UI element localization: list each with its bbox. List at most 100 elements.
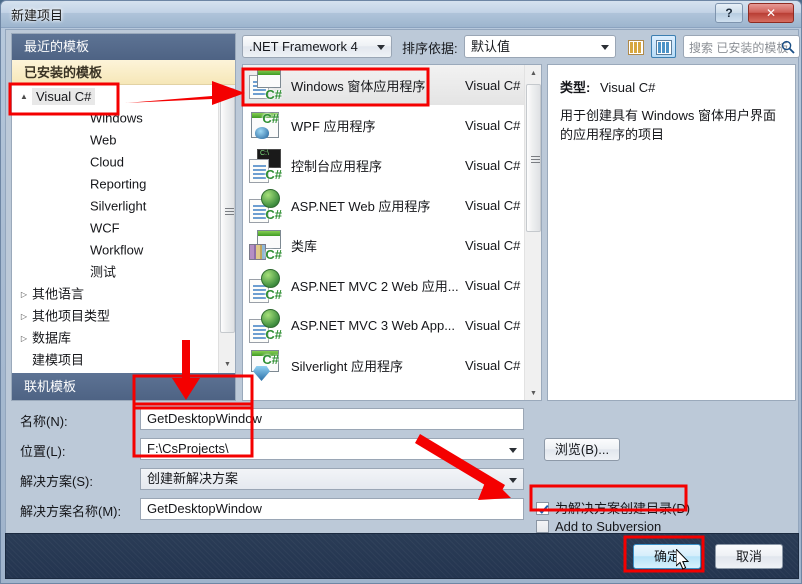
description-type-value: Visual C# [599, 80, 656, 95]
page-title: 新建项目 [11, 8, 64, 23]
template-item-name: ASP.NET Web 应用程序 [291, 198, 431, 214]
browse-button[interactable]: 浏览(B)... [544, 438, 620, 461]
template-item[interactable]: C# ASP.NET Web 应用程序 Visual C# [243, 185, 541, 225]
tree-item-label: 其他语言 [32, 286, 85, 302]
tree-item-label: Reporting [90, 176, 147, 192]
template-item-name: 类库 [291, 238, 318, 254]
tree-item-label: 其他项目类型 [32, 308, 111, 324]
search-input[interactable]: 搜索 已安装的模板 [683, 35, 800, 58]
tree-item[interactable]: 测试 [12, 261, 220, 283]
wpf-icon: C# [249, 109, 281, 141]
checkbox-checked-icon [536, 502, 549, 515]
templates-list-body[interactable]: C# Windows 窗体应用程序 Visual C# C# WPF 应用程序 Visua… [243, 65, 541, 385]
tree-scrollbar[interactable]: ▼ [218, 85, 235, 373]
solution-name-input[interactable]: GetDesktopWindow [140, 498, 524, 520]
dialog-body: 最近的模板 已安装的模板 ▲ Visual C# Windows Web Cloud Re… [5, 29, 800, 552]
classlib-icon: C# [249, 229, 282, 262]
tree-item-label: Web [90, 132, 117, 148]
tree-item[interactable]: ▷ 数据库 [12, 327, 220, 349]
framework-select-value: .NET Framework 4 [249, 39, 358, 54]
tree-item-label: Visual C# [32, 87, 96, 105]
chevron-down-icon [509, 448, 517, 453]
template-item-name: ASP.NET MVC 2 Web 应用... [291, 278, 459, 294]
aspnet-icon: C# [249, 309, 282, 343]
tree-item-label: Windows [90, 110, 143, 126]
online-templates-header[interactable]: 联机模板 [12, 373, 235, 400]
large-icons-view-button[interactable] [651, 35, 676, 58]
template-description-panel: 类型: Visual C# 用于创建具有 Windows 窗体用户界面的应用程序… [547, 64, 796, 401]
solution-name-label: 解决方案名称(M): [20, 504, 122, 519]
sort-by-label: 排序依据: [402, 41, 458, 56]
framework-select[interactable]: .NET Framework 4 [242, 35, 392, 58]
aspnet-icon: C# [249, 189, 282, 223]
template-item[interactable]: C# Silverlight 应用程序 Visual C# [243, 345, 541, 385]
template-item-name: Silverlight 应用程序 [291, 358, 403, 374]
templates-scroll-up-icon[interactable]: ▲ [525, 65, 541, 82]
expander-collapsed-icon[interactable]: ▷ [16, 284, 32, 306]
sort-by-select[interactable]: 默认值 [464, 35, 616, 58]
templates-scrollbar-thumb[interactable] [526, 84, 541, 232]
tree-item-label: Workflow [90, 242, 144, 258]
project-name-input[interactable]: GetDesktopWindow [140, 408, 524, 430]
ok-button[interactable]: 确定 [633, 544, 701, 569]
expander-collapsed-icon[interactable]: ▷ [16, 306, 32, 328]
silverlight-icon: C# [249, 349, 281, 381]
template-item[interactable]: C# ASP.NET MVC 3 Web App... Visual C# [243, 305, 541, 345]
templates-tree-panel: 最近的模板 已安装的模板 ▲ Visual C# Windows Web Cloud Re… [11, 33, 236, 401]
expander-expanded-icon[interactable]: ▲ [16, 86, 32, 108]
template-item[interactable]: C# WPF 应用程序 Visual C# [243, 105, 541, 145]
template-item[interactable]: C# ASP.NET MVC 2 Web 应用... Visual C# [243, 265, 541, 305]
title-bar: 新建项目 ? ✕ [1, 1, 801, 28]
tree-item[interactable]: ▷ 其他语言 [12, 283, 220, 305]
close-button[interactable]: ✕ [748, 3, 794, 23]
tree-item[interactable]: Web [12, 129, 220, 151]
template-item-name: ASP.NET MVC 3 Web App... [291, 317, 456, 333]
search-icon [781, 40, 795, 54]
new-project-dialog: 新建项目 ? ✕ 最近的模板 已安装的模板 ▲ Visual C# Windows W… [0, 0, 802, 584]
tree-item[interactable]: 建模项目 [12, 349, 220, 371]
template-item[interactable]: C# Windows 窗体应用程序 Visual C# [243, 65, 541, 105]
solution-select-value: 创建新解决方案 [147, 471, 239, 486]
template-item-name: 控制台应用程序 [291, 158, 383, 174]
tree-item[interactable]: ▲ Visual C# [12, 85, 220, 107]
tree-scrollbar-thumb[interactable] [220, 88, 235, 333]
medium-icons-view-button[interactable] [623, 35, 648, 58]
description-type-label: 类型: [560, 80, 591, 95]
name-label: 名称(N): [20, 414, 68, 429]
tree-item[interactable]: Reporting [12, 173, 220, 195]
templates-list[interactable]: C# Windows 窗体应用程序 Visual C# C# WPF 应用程序 Visua… [242, 64, 542, 401]
template-item[interactable]: C#控制台应用程序Visual C# [243, 145, 541, 185]
create-directory-label: 为解决方案创建目录(D) [555, 501, 691, 516]
tree-item[interactable]: WCF [12, 217, 220, 239]
search-placeholder: 搜索 已安装的模板 [689, 41, 789, 55]
tree-item-label: 数据库 [32, 330, 72, 346]
location-label: 位置(L): [20, 444, 66, 459]
sort-by-select-value: 默认值 [471, 39, 511, 54]
cancel-button[interactable]: 取消 [715, 544, 783, 569]
tree-item[interactable]: Windows [12, 107, 220, 129]
tree-item-label: 测试 [90, 264, 117, 280]
help-button[interactable]: ? [715, 3, 743, 23]
recent-templates-header[interactable]: 最近的模板 [12, 34, 235, 60]
solution-select[interactable]: 创建新解决方案 [140, 468, 524, 490]
templates-scroll-down-icon[interactable]: ▼ [525, 385, 541, 400]
checkbox-unchecked-icon [536, 520, 549, 533]
template-item[interactable]: C# 类库 Visual C# [243, 225, 541, 265]
tree-item[interactable]: Silverlight [12, 195, 220, 217]
template-item-name: Windows 窗体应用程序 [291, 78, 426, 94]
tree-item[interactable]: ▷ 其他项目类型 [12, 305, 220, 327]
tree-item[interactable]: Cloud [12, 151, 220, 173]
tree-item-label: Cloud [90, 154, 124, 170]
console-icon: C# [249, 149, 282, 183]
template-item-name: WPF 应用程序 [291, 118, 376, 134]
template-category-tree[interactable]: ▲ Visual C# Windows Web Cloud Reporting Silver… [12, 85, 220, 373]
templates-scrollbar[interactable]: ▲ ▼ [524, 65, 541, 400]
expander-collapsed-icon[interactable]: ▷ [16, 328, 32, 350]
tree-item[interactable]: Workflow [12, 239, 220, 261]
location-input[interactable]: F:\CsProjects\ [140, 438, 524, 460]
location-value: F:\CsProjects\ [147, 441, 229, 456]
add-to-subversion-checkbox[interactable]: Add to Subversion [536, 519, 661, 534]
tree-scroll-down-icon[interactable]: ▼ [219, 356, 235, 373]
create-directory-checkbox[interactable]: 为解决方案创建目录(D) [536, 498, 690, 517]
add-to-subversion-label: Add to Subversion [555, 519, 662, 534]
